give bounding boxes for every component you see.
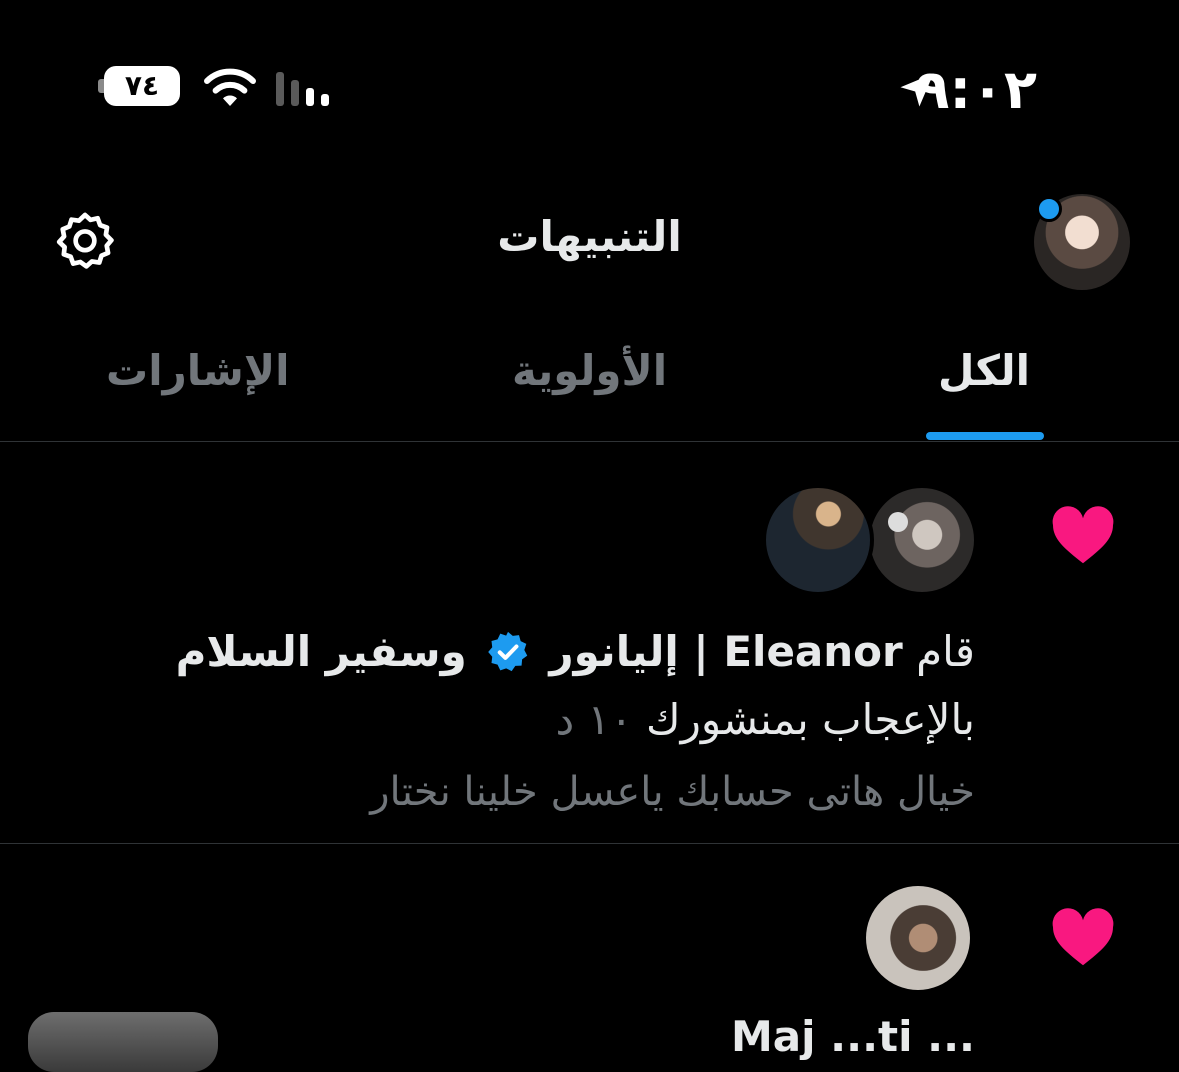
- user-name[interactable]: وسفير السلام: [176, 627, 467, 676]
- heart-icon: [1052, 506, 1114, 564]
- battery-icon: ٧٤: [98, 66, 182, 108]
- tab-mentions[interactable]: الإشارات: [106, 346, 290, 395]
- divider: [0, 441, 1179, 442]
- notification-action: بالإعجاب بمنشورك ١٠ د: [555, 690, 975, 750]
- signal-icon: [276, 72, 329, 106]
- battery-percent: ٧٤: [124, 69, 160, 102]
- active-tab-indicator: [926, 432, 1044, 440]
- avatar[interactable]: [866, 484, 978, 596]
- action-text: بالإعجاب بمنشورك: [645, 695, 975, 744]
- post-preview[interactable]: خيال هاتى حسابك ياعسل خلينا نختار: [370, 762, 975, 822]
- heart-icon: [1052, 908, 1114, 966]
- verified-badge-icon: [488, 631, 528, 672]
- notification-text: قام Eleanor | إليانور وسفير السلام: [176, 622, 975, 682]
- tab-all[interactable]: الكل: [938, 346, 1030, 395]
- location-arrow-icon: [900, 73, 934, 107]
- notification-text: ... Maj ...ti: [731, 1012, 975, 1061]
- unread-dot: [1036, 196, 1062, 222]
- timestamp: ١٠ د: [555, 695, 633, 744]
- tab-priority[interactable]: الأولوية: [512, 346, 667, 395]
- avatar-detail: [888, 512, 908, 532]
- wifi-icon: [204, 68, 256, 106]
- avatar[interactable]: [866, 886, 970, 990]
- user-name[interactable]: Eleanor | إليانور: [549, 627, 902, 676]
- divider: [0, 843, 1179, 844]
- media-thumbnail[interactable]: [28, 1012, 218, 1072]
- avatar[interactable]: [762, 484, 874, 596]
- notification-prefix: قام: [916, 627, 975, 676]
- page-title: التنبيهات: [497, 212, 682, 261]
